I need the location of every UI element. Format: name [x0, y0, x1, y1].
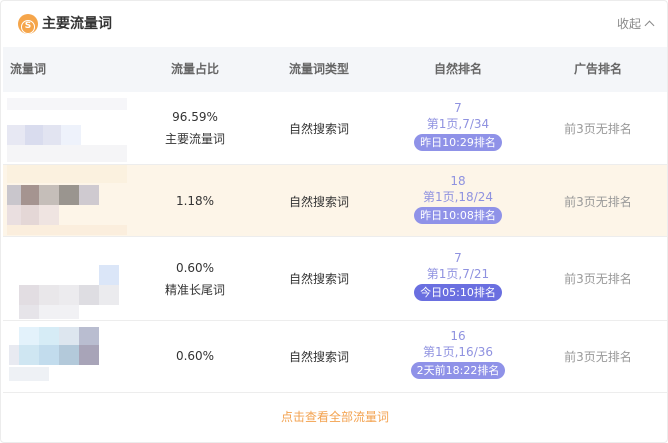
- column-header-keyword: 流量词: [9, 62, 46, 76]
- card-header: S 主要流量词 收起: [1, 1, 667, 47]
- table-row[interactable]: 0.60% 自然搜索词 16 第1页,16/36 2天前18:22排名 前3页无…: [3, 321, 667, 393]
- share-tag: 精准长尾词: [164, 283, 225, 297]
- natural-rank-value: 7: [454, 251, 462, 265]
- column-header-share: 流量占比: [170, 62, 219, 76]
- natural-rank-page: 第1页,7/21: [426, 267, 490, 281]
- traffic-share: 1.18%: [175, 194, 215, 208]
- rank-time-badge: 今日05:10排名: [414, 284, 502, 301]
- blurred-keyword-image: [7, 165, 127, 235]
- share-tag: 主要流量词: [164, 132, 225, 146]
- natural-rank-value: 7: [454, 101, 462, 115]
- collapse-label: 收起: [616, 17, 641, 31]
- natural-rank-value: 16: [450, 329, 466, 343]
- keyword-type: 自然搜索词: [288, 272, 349, 286]
- natural-rank-page: 第1页,16/36: [422, 345, 494, 359]
- blurred-keyword-image: [7, 327, 127, 387]
- blurred-keyword-image: [7, 98, 127, 162]
- collapse-button[interactable]: 收起: [616, 15, 655, 33]
- traffic-keywords-card: S 主要流量词 收起 流量词 流量占比 流量词类型 自然排名 广告排名 96.5…: [0, 0, 668, 443]
- card-title: 主要流量词: [42, 16, 112, 32]
- keyword-type: 自然搜索词: [288, 122, 349, 136]
- natural-rank-value: 18: [450, 174, 466, 188]
- table-row[interactable]: 96.59% 主要流量词 自然搜索词 7 第1页,7/34 昨日10:29排名 …: [3, 92, 667, 165]
- ad-rank: 前3页无排名: [564, 350, 632, 364]
- rank-time-badge: 昨日10:29排名: [414, 134, 502, 151]
- natural-rank-page: 第1页,7/34: [426, 117, 490, 131]
- ad-rank: 前3页无排名: [564, 122, 632, 136]
- column-header-natural-rank: 自然排名: [433, 62, 482, 76]
- traffic-share: 0.60%: [175, 349, 215, 363]
- table-row[interactable]: 0.60% 精准长尾词 自然搜索词 7 第1页,7/21 今日05:10排名 前…: [3, 237, 667, 321]
- rank-time-badge: 昨日10:08排名: [414, 207, 502, 224]
- keyword-type: 自然搜索词: [288, 195, 349, 209]
- chevron-up-icon: [644, 20, 655, 31]
- traffic-share: 96.59%: [172, 110, 218, 124]
- table-header: 流量词 流量占比 流量词类型 自然排名 广告排名: [3, 47, 667, 92]
- column-header-type: 流量词类型: [288, 62, 349, 76]
- table-row[interactable]: 1.18% 自然搜索词 18 第1页,18/24 昨日10:08排名 前3页无排…: [3, 165, 667, 237]
- ad-rank: 前3页无排名: [564, 272, 632, 286]
- ad-rank: 前3页无排名: [564, 195, 632, 209]
- blurred-keyword-image: [7, 265, 127, 319]
- rank-time-badge: 2天前18:22排名: [410, 362, 506, 379]
- view-all-keywords-link[interactable]: 点击查看全部流量词: [3, 393, 667, 441]
- column-header-ad-rank: 广告排名: [573, 62, 622, 76]
- traffic-share: 0.60%: [175, 261, 215, 275]
- s-coin-icon: S: [18, 14, 38, 34]
- natural-rank-page: 第1页,18/24: [422, 190, 494, 204]
- keyword-type: 自然搜索词: [288, 350, 349, 364]
